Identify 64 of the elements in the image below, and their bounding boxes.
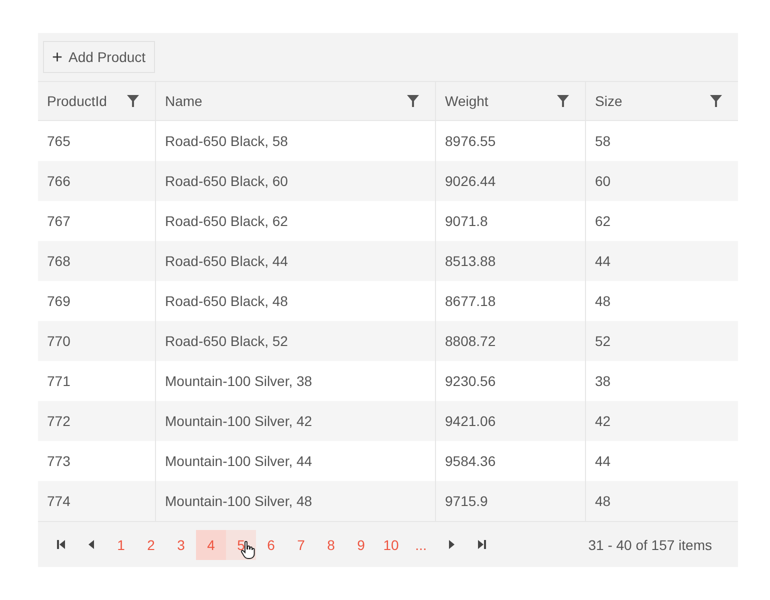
column-header[interactable]: Size: [585, 82, 738, 120]
table-cell: Mountain-100 Silver, 44: [165, 453, 312, 469]
filter-icon[interactable]: [557, 95, 569, 107]
table-cell: 8976.55: [445, 133, 496, 149]
page-button[interactable]: 3: [166, 530, 196, 560]
table-cell: 767: [47, 213, 70, 229]
table-cell: 770: [47, 333, 70, 349]
last-page-icon[interactable]: [476, 540, 486, 549]
add-product-button[interactable]: + Add Product: [43, 41, 155, 73]
table-cell: 766: [47, 173, 70, 189]
page-button[interactable]: 2: [136, 530, 166, 560]
page-button[interactable]: 10: [376, 530, 406, 560]
table-cell: 9026.44: [445, 173, 496, 189]
table-cell: 52: [595, 333, 611, 349]
page-button[interactable]: 6: [256, 530, 286, 560]
table-cell: 772: [47, 413, 70, 429]
column-header[interactable]: ProductId: [38, 82, 155, 120]
page-button[interactable]: 8: [316, 530, 346, 560]
column-header[interactable]: Weight: [435, 82, 585, 120]
table-cell: Road-650 Black, 52: [165, 333, 288, 349]
table-cell: 9421.06: [445, 413, 496, 429]
table-cell: Road-650 Black, 48: [165, 293, 288, 309]
table-cell: Mountain-100 Silver, 48: [165, 493, 312, 509]
table-cell: 44: [595, 453, 611, 469]
page-button[interactable]: 9: [346, 530, 376, 560]
table-cell: 9230.56: [445, 373, 496, 389]
table-cell: Mountain-100 Silver, 42: [165, 413, 312, 429]
pager-info: 31 - 40 of 157 items: [588, 536, 712, 552]
table-cell: 48: [595, 493, 611, 509]
table-cell: 42: [595, 413, 611, 429]
table-cell: 771: [47, 373, 70, 389]
first-page-icon[interactable]: [56, 540, 66, 549]
table-cell: 38: [595, 373, 611, 389]
table-cell: Road-650 Black, 62: [165, 213, 288, 229]
table-cell: 769: [47, 293, 70, 309]
filter-icon[interactable]: [710, 95, 722, 107]
table-cell: 9071.8: [445, 213, 488, 229]
column-header[interactable]: Name: [155, 82, 435, 120]
table-cell: 765: [47, 133, 70, 149]
table-cell: 62: [595, 213, 611, 229]
table-cell: 58: [595, 133, 611, 149]
page-button[interactable]: 4: [196, 530, 226, 560]
table-cell: 8808.72: [445, 333, 496, 349]
table-cell: 8677.18: [445, 293, 496, 309]
table-cell: 44: [595, 253, 611, 269]
table-cell: Road-650 Black, 58: [165, 133, 288, 149]
table-cell: 48: [595, 293, 611, 309]
table-cell: 774: [47, 493, 70, 509]
page-button[interactable]: ...: [406, 530, 436, 560]
table-cell: 8513.88: [445, 253, 496, 269]
table-cell: 60: [595, 173, 611, 189]
filter-icon[interactable]: [407, 95, 419, 107]
table-cell: 768: [47, 253, 70, 269]
table-cell: Road-650 Black, 60: [165, 173, 288, 189]
table-cell: 773: [47, 453, 70, 469]
previous-page-icon[interactable]: [86, 540, 96, 549]
table-cell: Road-650 Black, 44: [165, 253, 288, 269]
page-button[interactable]: 7: [286, 530, 316, 560]
page-button[interactable]: 1: [106, 530, 136, 560]
table-cell: Mountain-100 Silver, 38: [165, 373, 312, 389]
next-page-icon[interactable]: [446, 540, 456, 549]
filter-icon[interactable]: [127, 95, 139, 107]
table-cell: 9584.36: [445, 453, 496, 469]
table-cell: 9715.9: [445, 493, 488, 509]
